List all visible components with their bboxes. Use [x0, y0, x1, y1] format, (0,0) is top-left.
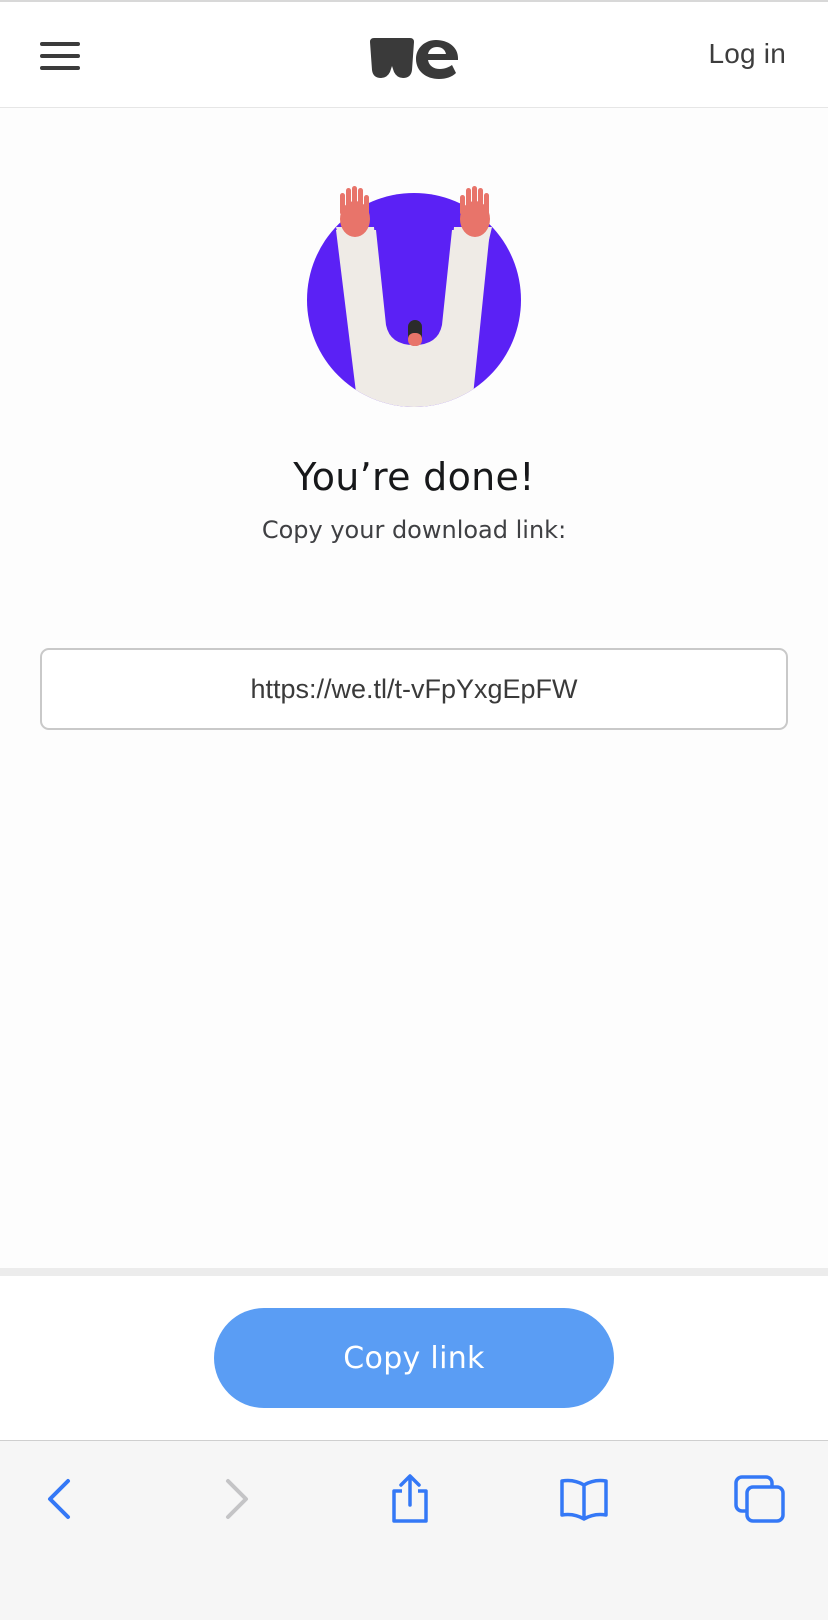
wetransfer-logo[interactable]: [368, 36, 460, 80]
divider: [0, 1268, 828, 1276]
tabs-icon[interactable]: [728, 1467, 792, 1531]
chevron-left-icon[interactable]: [28, 1467, 92, 1531]
copy-link-button[interactable]: Copy link: [214, 1308, 614, 1408]
celebration-raised-arms-illustration: [307, 186, 521, 407]
browser-toolbar: [0, 1440, 828, 1620]
download-link-field[interactable]: https://we.tl/t-vFpYxgEpFW: [40, 648, 788, 730]
site-header: Log in: [0, 0, 828, 108]
page-subtitle: Copy your download link:: [261, 516, 567, 544]
page-title: You’re done!: [293, 455, 535, 499]
book-icon[interactable]: [552, 1467, 616, 1531]
share-icon[interactable]: [378, 1467, 442, 1531]
page: Log in You’re done! Copy your download l…: [0, 0, 828, 1620]
login-link[interactable]: Log in: [709, 38, 787, 70]
hamburger-menu-icon[interactable]: [38, 38, 82, 74]
action-bar: Copy link: [0, 1276, 828, 1440]
chevron-right-icon[interactable]: [204, 1467, 268, 1531]
